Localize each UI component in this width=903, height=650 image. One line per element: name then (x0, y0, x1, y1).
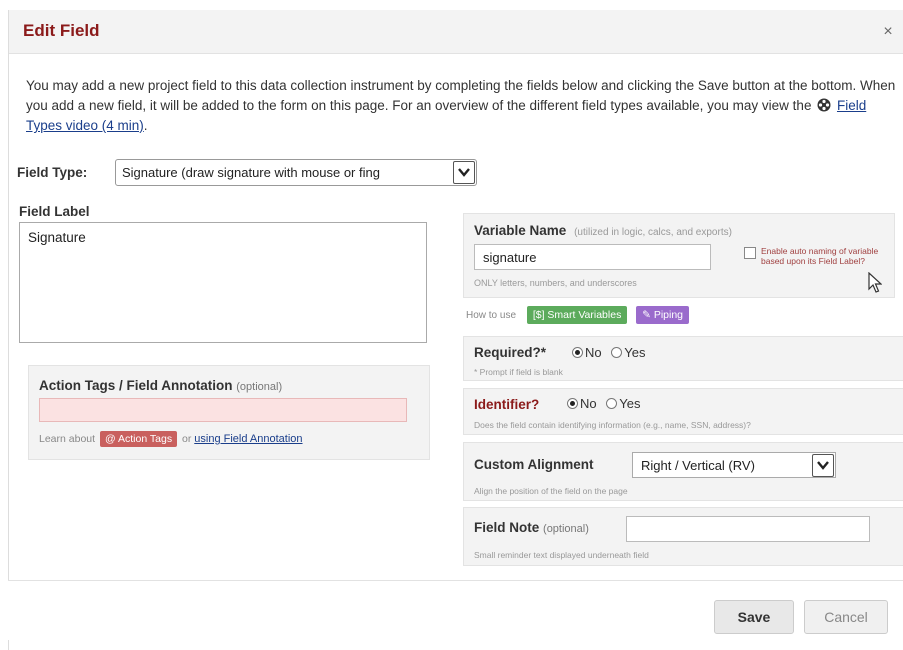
identifier-hint: Does the field contain identifying infor… (474, 420, 751, 430)
field-label-heading: Field Label (19, 204, 90, 219)
field-note-hint: Small reminder text displayed underneath… (474, 550, 649, 560)
smart-variables-button[interactable]: [$] Smart Variables (526, 306, 628, 324)
custom-alignment-panel: Custom Alignment Right / Vertical (RV) A… (463, 442, 903, 501)
intro-paragraph: You may add a new project field to this … (26, 78, 896, 113)
variable-name-input[interactable]: signature (474, 244, 711, 270)
field-note-panel: Field Note (optional) Small reminder tex… (463, 507, 903, 566)
identifier-yes-label: Yes (619, 396, 641, 411)
dialog-footer: Save Cancel (8, 580, 903, 640)
field-note-title: Field Note (474, 520, 540, 535)
custom-alignment-hint: Align the position of the field on the p… (474, 486, 628, 496)
identifier-no-radio[interactable] (567, 398, 578, 409)
action-tags-title: Action Tags / Field Annotation (39, 378, 233, 393)
identifier-radio-group: No Yes (567, 396, 640, 411)
action-tags-optional: (optional) (236, 381, 283, 393)
film-reel-icon (817, 98, 831, 112)
or-text: or (182, 433, 192, 445)
required-no-radio[interactable] (572, 347, 583, 358)
identifier-no-label: No (580, 396, 597, 411)
required-hint: * Prompt if field is blank (474, 367, 563, 377)
identifier-panel: Identifier? No Yes Does the field contai… (463, 388, 903, 435)
field-note-input[interactable] (626, 516, 870, 542)
required-yes-radio[interactable] (611, 347, 623, 358)
required-title: Required?* (474, 345, 547, 360)
intro-text: You may add a new project field to this … (26, 76, 896, 136)
learn-about-text: Learn about (39, 433, 96, 445)
piping-button[interactable]: ✎ Piping (636, 306, 690, 324)
chevron-down-icon[interactable] (812, 454, 834, 477)
field-type-selected-value: Signature (draw signature with mouse or … (122, 165, 380, 180)
variable-name-note: (utilized in logic, calcs, and exports) (574, 227, 732, 238)
custom-alignment-value: Right / Vertical (RV) (641, 458, 755, 473)
action-tags-input[interactable] (39, 398, 407, 422)
custom-alignment-title: Custom Alignment (474, 457, 594, 472)
auto-naming-label: Enable auto naming of variable based upo… (761, 246, 879, 266)
action-tags-help: Learn about @ Action Tags or using Field… (39, 431, 303, 447)
action-tags-button[interactable]: @ Action Tags (99, 431, 178, 447)
how-to-use-row: How to use [$] Smart Variables ✎ Piping (466, 306, 690, 324)
identifier-title: Identifier? (474, 397, 540, 412)
dialog-title: Edit Field (23, 21, 100, 40)
field-type-label: Field Type: (17, 165, 88, 180)
close-icon[interactable]: × (878, 22, 898, 42)
piping-label: Piping (653, 309, 684, 321)
required-yes-label: Yes (624, 345, 646, 360)
identifier-yes-radio[interactable] (606, 398, 618, 409)
chevron-down-icon[interactable] (453, 161, 475, 184)
action-tags-heading: Action Tags / Field Annotation (optional… (39, 378, 282, 393)
variable-name-panel: Variable Name (utilized in logic, calcs,… (463, 213, 895, 298)
auto-naming-checkbox[interactable] (744, 247, 756, 259)
field-note-optional: (optional) (543, 523, 589, 535)
variable-name-title: Variable Name (474, 223, 567, 238)
variable-name-heading: Variable Name (utilized in logic, calcs,… (474, 223, 732, 238)
action-tags-panel: Action Tags / Field Annotation (optional… (28, 365, 430, 460)
field-note-heading: Field Note (optional) (474, 520, 589, 535)
field-type-select[interactable]: Signature (draw signature with mouse or … (115, 159, 477, 186)
mouse-pointer-icon (868, 271, 883, 299)
pencil-icon: ✎ (642, 309, 654, 321)
required-panel: Required?* No Yes * Prompt if field is b… (463, 336, 903, 381)
variable-name-hint: ONLY letters, numbers, and underscores (474, 278, 637, 288)
field-annotation-link[interactable]: using Field Annotation (194, 433, 302, 445)
intro-period: . (143, 118, 148, 133)
required-no-label: No (585, 345, 602, 360)
save-button[interactable]: Save (714, 600, 794, 634)
custom-alignment-select[interactable]: Right / Vertical (RV) (632, 452, 836, 478)
how-to-use-label: How to use (466, 310, 517, 321)
cancel-button[interactable]: Cancel (804, 600, 888, 634)
required-radio-group: No Yes (572, 345, 645, 360)
dialog-titlebar: Edit Field × (9, 10, 903, 54)
field-label-textarea[interactable]: Signature (19, 222, 427, 343)
